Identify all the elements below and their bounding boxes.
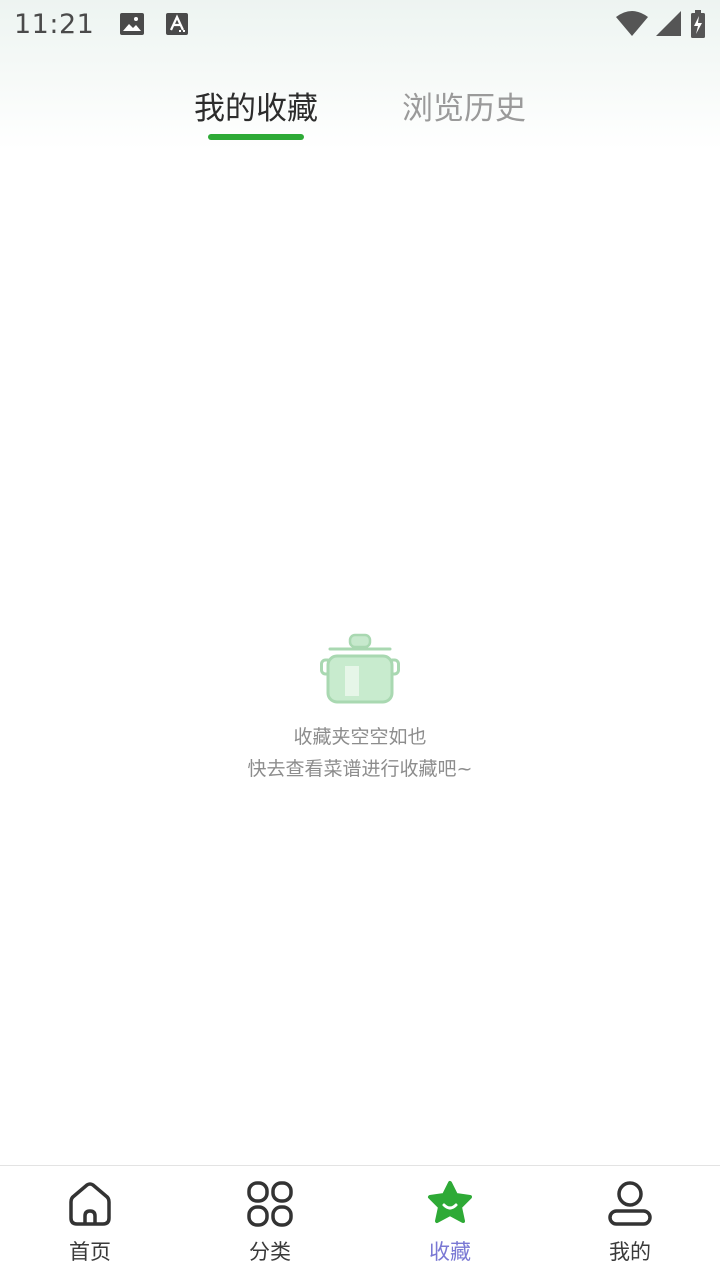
tab-history[interactable]: 浏览历史: [394, 84, 534, 140]
signal-icon: [656, 11, 681, 36]
nav-item-home[interactable]: 首页: [0, 1166, 180, 1280]
nav-label-favorites: 收藏: [429, 1240, 471, 1264]
grid-icon: [247, 1181, 293, 1227]
wifi-icon: [616, 11, 648, 36]
empty-state-subtitle: 快去查看菜谱进行收藏吧~: [247, 758, 473, 780]
system-icons: [616, 10, 706, 38]
nav-label-mine: 我的: [609, 1240, 651, 1264]
nav-item-favorites[interactable]: 收藏: [360, 1166, 540, 1280]
favorites-screen: 11:21 我的收藏 浏览历史 收藏夹空空如也 快去查看菜谱进行收藏吧~ 首页 …: [0, 0, 720, 1280]
nav-item-category[interactable]: 分类: [180, 1166, 360, 1280]
cooking-pot-icon: [320, 633, 400, 704]
active-tab-indicator: [208, 134, 304, 140]
user-icon: [608, 1181, 652, 1226]
nav-label-category: 分类: [249, 1240, 291, 1264]
empty-state: 收藏夹空空如也 快去查看菜谱进行收藏吧~: [0, 632, 720, 784]
nav-label-home: 首页: [69, 1240, 111, 1264]
empty-state-title: 收藏夹空空如也: [293, 726, 427, 748]
star-icon: [428, 1181, 472, 1223]
home-icon: [69, 1182, 111, 1226]
battery-charging-icon: [691, 10, 705, 38]
tab-favorites[interactable]: 我的收藏: [186, 84, 326, 140]
bottom-nav: 首页 分类 收藏 我的: [0, 1165, 720, 1280]
notification-icons: [120, 13, 189, 35]
text-a-icon: [166, 13, 189, 35]
status-bar: 11:21: [0, 0, 720, 48]
tab-bar: 我的收藏 浏览历史: [0, 84, 720, 144]
nav-item-mine[interactable]: 我的: [540, 1166, 720, 1280]
status-time: 11:21: [14, 8, 95, 40]
image-icon: [120, 13, 145, 35]
